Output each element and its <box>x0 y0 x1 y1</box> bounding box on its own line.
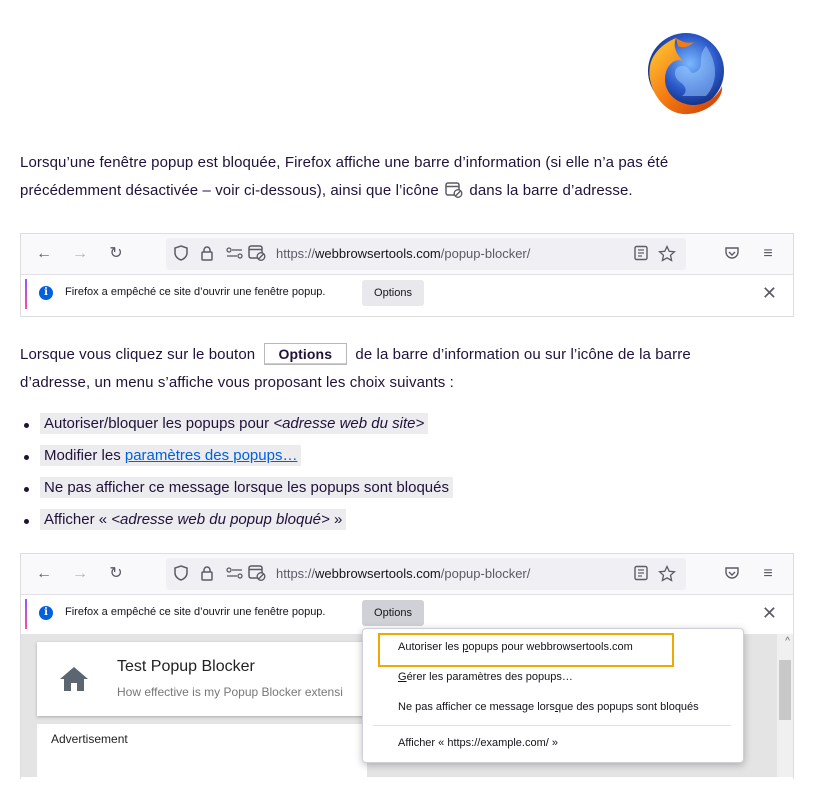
pocket-icon[interactable] <box>723 245 741 263</box>
shield-icon[interactable] <box>172 565 190 583</box>
intro-line-2-before: précédemment désactivée – voir ci-dessou… <box>20 182 439 199</box>
para2-line-2: d’adresse, un menu s’affiche vous propos… <box>20 374 454 391</box>
forward-arrow-icon[interactable]: → <box>71 245 89 263</box>
permissions-icon[interactable] <box>226 565 244 583</box>
notification-accent <box>25 279 27 309</box>
menu-item-manage-settings[interactable]: Gérer les paramètres des popups… <box>398 671 573 683</box>
browser-screenshot-1: ← → ↻ https://webbrowsertools.com/popup-… <box>20 233 794 317</box>
menu-item-3-b: ue des popups sont bloqués <box>561 701 699 713</box>
intro-line-2-after: dans la barre d’adresse. <box>469 182 633 199</box>
advertisement-label: Advertisement <box>51 732 128 746</box>
menu-item-2-b: érer les paramètres des popups… <box>406 671 573 683</box>
browser-toolbar: ← → ↻ https://webbrowsertools.com/popup-… <box>21 554 793 594</box>
firefox-logo <box>636 26 730 120</box>
address-bar[interactable]: https://webbrowsertools.com/popup-blocke… <box>166 558 686 590</box>
back-arrow-icon[interactable]: ← <box>35 565 53 583</box>
info-icon: i <box>39 286 53 300</box>
scroll-up-icon[interactable]: ^ <box>785 636 790 647</box>
back-arrow-icon[interactable]: ← <box>35 245 53 263</box>
popup-settings-link[interactable]: paramètres des popups… <box>125 447 298 464</box>
address-bar[interactable]: https://webbrowsertools.com/popup-blocke… <box>166 238 686 270</box>
list-item: Afficher « <adresse web du popup bloqué>… <box>20 506 820 538</box>
list-item: Autoriser/bloquer les popups pour <adres… <box>20 410 820 442</box>
menu-item-3-a: Ne pas afficher ce message lors <box>398 701 555 713</box>
page-subtitle: How effective is my Popup Blocker extens… <box>117 685 343 699</box>
menu-separator <box>373 725 731 726</box>
popup-blocked-icon[interactable] <box>248 245 266 263</box>
para2-before: Lorsque vous cliquez sur le bouton <box>20 346 256 363</box>
popup-blocked-icon <box>445 180 463 198</box>
options-inline-button: Options <box>263 343 348 365</box>
scrollbar-thumb[interactable] <box>779 660 791 720</box>
menu-item-show-popup[interactable]: Afficher « https://example.com/ » <box>398 737 558 749</box>
notification-accent <box>25 599 27 629</box>
url-prefix: https:// <box>276 566 316 581</box>
menu-item-2-access-key: G <box>398 671 407 683</box>
highlight-box <box>378 633 674 667</box>
reload-icon[interactable]: ↻ <box>107 565 125 583</box>
intro-line-1: Lorsqu’une fenêtre popup est bloquée, Fi… <box>20 154 669 171</box>
para2-after: de la barre d’information ou sur l’icône… <box>355 346 691 363</box>
choices-list: Autoriser/bloquer les popups pour <adres… <box>20 410 820 538</box>
url-path: /popup-blocker/ <box>440 246 531 261</box>
home-icon[interactable] <box>59 666 89 697</box>
para2-line-1: Lorsque vous cliquez sur le bouton Optio… <box>20 341 820 369</box>
bookmark-star-icon[interactable] <box>658 244 676 263</box>
list-item: Ne pas afficher ce message lorsque les p… <box>20 474 820 506</box>
url-text[interactable]: https://webbrowsertools.com/popup-blocke… <box>276 246 530 261</box>
popup-blocked-icon[interactable] <box>248 565 266 583</box>
lock-icon[interactable] <box>198 565 216 583</box>
menu-item-dont-show-message[interactable]: Ne pas afficher ce message lorsque des p… <box>398 701 699 713</box>
pocket-icon[interactable] <box>723 565 741 583</box>
scrollbar[interactable]: ^ <box>777 634 793 777</box>
url-host: webbrowsertools.com <box>315 566 441 581</box>
url-prefix: https:// <box>276 246 316 261</box>
forward-arrow-icon[interactable]: → <box>71 565 89 583</box>
url-text[interactable]: https://webbrowsertools.com/popup-blocke… <box>276 566 530 581</box>
choice-4-end: » <box>329 511 343 528</box>
hamburger-menu-icon[interactable]: ≡ <box>759 565 777 583</box>
second-paragraph: Lorsque vous cliquez sur le bouton Optio… <box>20 341 820 397</box>
reload-icon[interactable]: ↻ <box>107 245 125 263</box>
info-icon: i <box>39 606 53 620</box>
intro-paragraph: Lorsqu’une fenêtre popup est bloquée, Fi… <box>20 149 820 205</box>
page-header-card: Test Popup Blocker How effective is my P… <box>37 642 367 716</box>
choice-1-text: Autoriser/bloquer les popups pour <box>44 415 274 432</box>
intro-line-2: précédemment désactivée – voir ci-dessou… <box>20 177 820 205</box>
options-button[interactable]: Options <box>362 280 424 306</box>
permissions-icon[interactable] <box>226 245 244 263</box>
close-icon[interactable]: ✕ <box>762 283 777 304</box>
notification-message: Firefox a empêché ce site d’ouvrir une f… <box>65 286 326 298</box>
list-item: Modifier les paramètres des popups… <box>20 442 820 474</box>
reader-view-icon[interactable] <box>632 565 650 583</box>
page-title: Test Popup Blocker <box>117 658 255 675</box>
hamburger-menu-icon[interactable]: ≡ <box>759 245 777 263</box>
lock-icon[interactable] <box>198 245 216 263</box>
shield-icon[interactable] <box>172 245 190 263</box>
browser-toolbar: ← → ↻ https://webbrowsertools.com/popup-… <box>21 234 793 274</box>
reader-view-icon[interactable] <box>632 245 650 263</box>
close-icon[interactable]: ✕ <box>762 603 777 624</box>
advertisement-area: Advertisement <box>37 724 367 777</box>
url-path: /popup-blocker/ <box>440 566 531 581</box>
choice-4-text: Afficher « <box>44 511 112 528</box>
options-button[interactable]: Options <box>362 600 424 626</box>
url-host: webbrowsertools.com <box>315 246 441 261</box>
choice-3-text: Ne pas afficher ce message lorsque les p… <box>40 477 453 498</box>
popup-notification-bar: i Firefox a empêché ce site d’ouvrir une… <box>21 274 793 313</box>
notification-message: Firefox a empêché ce site d’ouvrir une f… <box>65 606 326 618</box>
choice-4-placeholder: <adresse web du popup bloqué> <box>111 511 330 528</box>
choice-1-placeholder: <adresse web du site> <box>273 415 425 432</box>
choice-2-text: Modifier les <box>44 447 125 464</box>
bookmark-star-icon[interactable] <box>658 564 676 583</box>
